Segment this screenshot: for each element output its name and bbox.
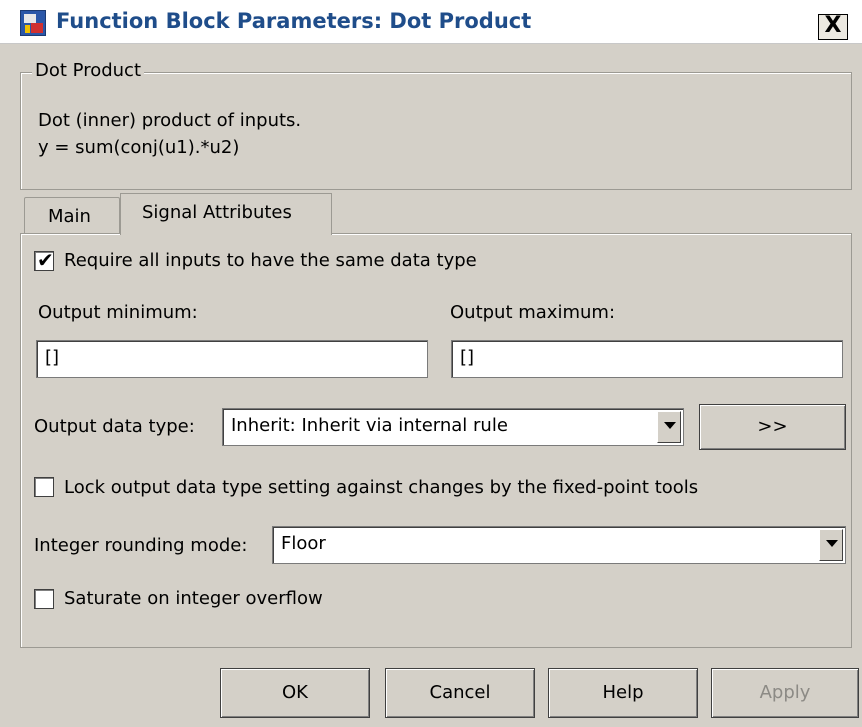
dropdown-arrow-icon[interactable] — [657, 411, 681, 443]
checkmark-icon: ✔ — [37, 248, 54, 272]
window-title: Function Block Parameters: Dot Product — [56, 9, 532, 33]
description-formula: y = sum(conj(u1).*u2) — [38, 137, 240, 158]
saturate-checkbox[interactable] — [34, 589, 54, 609]
output-maximum-label: Output maximum: — [450, 302, 616, 323]
dropdown-arrow-icon[interactable] — [819, 529, 843, 561]
description-text: Dot (inner) product of inputs. — [38, 110, 302, 131]
rounding-mode-value: Floor — [281, 533, 326, 554]
lock-output-label[interactable]: Lock output data type setting against ch… — [64, 477, 698, 498]
saturate-label[interactable]: Saturate on integer overflow — [64, 588, 323, 609]
tab-main-label[interactable]: Main — [48, 206, 91, 227]
tab-signal-attributes-label[interactable]: Signal Attributes — [142, 202, 292, 223]
lock-output-checkbox[interactable] — [34, 477, 54, 497]
simulink-app-icon — [20, 10, 46, 36]
require-same-type-label[interactable]: Require all inputs to have the same data… — [64, 250, 477, 271]
require-same-type-checkbox[interactable]: ✔ — [34, 248, 54, 272]
ok-button[interactable]: OK — [220, 668, 370, 718]
apply-button[interactable]: Apply — [711, 668, 859, 718]
help-button[interactable]: Help — [548, 668, 698, 718]
cancel-button[interactable]: Cancel — [385, 668, 535, 718]
output-minimum-label: Output minimum: — [38, 302, 198, 323]
description-group — [20, 72, 852, 190]
rounding-mode-dropdown[interactable]: Floor — [272, 526, 846, 564]
output-maximum-input[interactable]: [] — [451, 340, 843, 378]
close-button[interactable]: X — [818, 14, 848, 40]
data-type-assistant-button[interactable]: >> — [699, 404, 846, 450]
output-data-type-label: Output data type: — [34, 416, 195, 437]
output-data-type-dropdown[interactable]: Inherit: Inherit via internal rule — [222, 408, 684, 446]
output-data-type-value: Inherit: Inherit via internal rule — [231, 415, 508, 436]
description-group-label: Dot Product — [32, 60, 144, 81]
rounding-mode-label: Integer rounding mode: — [34, 535, 248, 556]
output-minimum-input[interactable]: [] — [36, 340, 428, 378]
